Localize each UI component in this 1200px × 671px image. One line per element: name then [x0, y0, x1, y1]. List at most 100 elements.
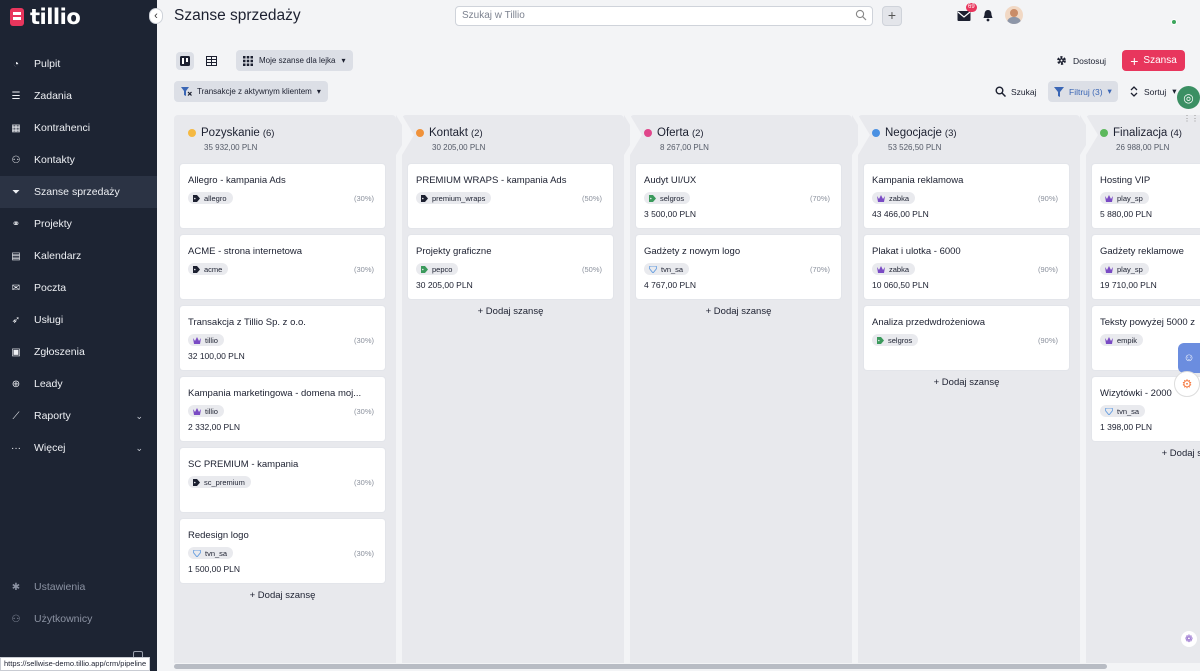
deal-title[interactable]: Projekty graficzne: [416, 246, 606, 257]
deal-card[interactable]: Projekty graficzne pepco (50%) 30 205,00 PL…: [408, 235, 613, 299]
hubspot-icon[interactable]: ⚙: [1174, 371, 1200, 397]
client-tag[interactable]: acme: [188, 263, 229, 275]
sidebar-item-ustawienia[interactable]: ✱ Ustawienia: [0, 571, 157, 603]
assistant-widget-icon[interactable]: ☺: [1178, 343, 1200, 373]
board-search-button[interactable]: Szukaj: [995, 86, 1037, 97]
client-tag[interactable]: sc_premium: [188, 476, 251, 488]
deal-title[interactable]: Kampania reklamowa: [872, 175, 1062, 186]
stage-color-dot: [644, 129, 652, 137]
chart-line-icon: ⟋: [12, 410, 20, 422]
deal-title[interactable]: Transakcja z Tillio Sp. z o.o.: [188, 317, 378, 328]
deal-title[interactable]: Gadżety z nowym logo: [644, 246, 834, 257]
sidebar-item-kontakty[interactable]: ⚇ Kontakty: [0, 144, 157, 176]
customize-button[interactable]: Dostosuj: [1056, 55, 1106, 66]
client-tag-label: zabka: [889, 264, 910, 274]
deal-card[interactable]: ACME - strona internetowa acme (30%): [180, 235, 385, 299]
deal-card[interactable]: Kampania reklamowa zabka (90%) 43 466,00 PL…: [864, 164, 1069, 228]
deal-card[interactable]: Gadżety reklamowe play_sp 19 710,00 PLN: [1092, 235, 1200, 299]
kanban-view-button[interactable]: [176, 52, 194, 70]
chat-widget-icon[interactable]: ◎: [1177, 86, 1200, 109]
deal-card[interactable]: Analiza przedwdrożeniowa selgros (90%): [864, 306, 1069, 370]
deal-title[interactable]: Allegro - kampania Ads: [188, 175, 378, 186]
sidebar-item-raporty[interactable]: ⟋ Raporty ⌄: [0, 400, 157, 432]
deal-card[interactable]: Transakcja z Tillio Sp. z o.o. tillio (30%…: [180, 306, 385, 370]
deal-card[interactable]: Allegro - kampania Ads allegro (30%): [180, 164, 385, 228]
client-tag[interactable]: selgros: [644, 192, 691, 204]
horizontal-scrollbar[interactable]: [174, 664, 1107, 669]
sidebar-item-pulpit[interactable]: ◔ Pulpit: [0, 48, 157, 80]
add-deal-link[interactable]: + Dodaj szansę: [1092, 448, 1200, 468]
deal-card[interactable]: Redesign logo tvn_sa (30%) 1 500,00 PLN: [180, 519, 385, 583]
client-tag[interactable]: tillio: [188, 405, 224, 417]
sidebar-item-kalendarz[interactable]: ▤ Kalendarz: [0, 240, 157, 272]
sort-button[interactable]: Sortuj ▾: [1130, 86, 1177, 97]
client-tag[interactable]: premium_wraps: [416, 192, 492, 204]
deal-title[interactable]: Gadżety reklamowe: [1100, 246, 1200, 257]
sidebar-item-szanse-sprzedaży[interactable]: ⏷ Szanse sprzedaży: [0, 176, 157, 208]
quick-add-button[interactable]: +: [882, 6, 902, 26]
sidebar-item-zadania[interactable]: ☰ Zadania: [0, 80, 157, 112]
client-tag[interactable]: zabka: [872, 263, 916, 275]
client-tag[interactable]: empik: [1100, 334, 1144, 346]
user-avatar[interactable]: [1005, 6, 1023, 24]
brand-logo[interactable]: tillio: [10, 5, 81, 29]
deal-card[interactable]: Gadżety z nowym logo tvn_sa (70%) 4 767,00 …: [636, 235, 841, 299]
page-title: Szanse sprzedaży: [174, 7, 301, 24]
client-tag[interactable]: zabka: [872, 192, 916, 204]
client-tag[interactable]: play_sp: [1100, 192, 1149, 204]
deal-title[interactable]: Plakat i ulotka - 6000: [872, 246, 1062, 257]
collapse-sidebar-button[interactable]: ‹: [149, 8, 163, 24]
client-tag[interactable]: selgros: [872, 334, 919, 346]
extension-icon[interactable]: ❁: [1181, 631, 1197, 647]
add-deal-link[interactable]: + Dodaj szansę: [408, 306, 613, 326]
add-deal-link[interactable]: + Dodaj szansę: [636, 306, 841, 326]
deal-probability: (90%): [1037, 265, 1058, 274]
deal-card[interactable]: Kampania marketingowa - domena moj... til…: [180, 377, 385, 441]
diamond-icon: [649, 265, 657, 273]
tag-icon: [193, 265, 200, 273]
add-deal-link[interactable]: + Dodaj szansę: [180, 590, 385, 610]
active-filter-chip[interactable]: Transakcje z aktywnym klientem ▾: [174, 81, 328, 102]
sidebar-item-więcej[interactable]: ··· Więcej ⌄: [0, 432, 157, 464]
column-sum: 30 205,00 PLN: [432, 143, 486, 152]
sidebar-item-usługi[interactable]: ➶ Usługi: [0, 304, 157, 336]
add-deal-button[interactable]: + Szansa: [1122, 50, 1185, 71]
client-tag[interactable]: pepco: [416, 263, 459, 275]
deal-card[interactable]: PREMIUM WRAPS - kampania Ads premium_wrap…: [408, 164, 613, 228]
deal-card[interactable]: Plakat i ulotka - 6000 zabka (90%) 10 060,5…: [864, 235, 1069, 299]
deal-title[interactable]: Hosting VIP: [1100, 175, 1200, 186]
bell-icon[interactable]: [982, 9, 994, 22]
deal-title[interactable]: PREMIUM WRAPS - kampania Ads: [416, 175, 606, 186]
client-tag[interactable]: tvn_sa: [188, 547, 234, 559]
table-view-button[interactable]: [202, 52, 220, 70]
drag-handle-icon[interactable]: ⋮⋮: [1183, 114, 1199, 123]
client-tag[interactable]: play_sp: [1100, 263, 1149, 275]
add-deal-link[interactable]: + Dodaj szansę: [864, 377, 1069, 397]
column-notch: [1086, 115, 1098, 155]
mail-button[interactable]: 69: [957, 3, 977, 21]
client-tag[interactable]: tvn_sa: [644, 263, 690, 275]
deal-card[interactable]: Hosting VIP play_sp 5 880,00 PLN: [1092, 164, 1200, 228]
deal-title[interactable]: SC PREMIUM - kampania: [188, 459, 378, 470]
deal-card[interactable]: Audyt UI/UX selgros (70%) 3 500,00 PLN: [636, 164, 841, 228]
sidebar-item-zgłoszenia[interactable]: ▣ Zgłoszenia: [0, 336, 157, 368]
deal-card[interactable]: SC PREMIUM - kampania sc_premium (30%): [180, 448, 385, 512]
sidebar-item-projekty[interactable]: ⚭ Projekty: [0, 208, 157, 240]
deal-title[interactable]: Analiza przedwdrożeniowa: [872, 317, 1062, 328]
client-tag[interactable]: allegro: [188, 192, 233, 204]
deal-title[interactable]: Teksty powyżej 5000 z: [1100, 317, 1200, 328]
column-sum: 35 932,00 PLN: [204, 143, 258, 152]
sidebar-item-poczta[interactable]: ✉ Poczta: [0, 272, 157, 304]
deal-title[interactable]: Redesign logo: [188, 530, 378, 541]
sidebar-item-użytkownicy[interactable]: ⚇ Użytkownicy: [0, 603, 157, 635]
sidebar-item-kontrahenci[interactable]: ▦ Kontrahenci: [0, 112, 157, 144]
funnel-select[interactable]: Moje szanse dla lejka ▾: [236, 50, 353, 71]
deal-title[interactable]: Audyt UI/UX: [644, 175, 834, 186]
client-tag[interactable]: tvn_sa: [1100, 405, 1146, 417]
global-search-input[interactable]: Szukaj w Tillio: [455, 6, 873, 26]
sidebar-item-leady[interactable]: ⊕ Leady: [0, 368, 157, 400]
filter-button[interactable]: Filtruj (3) ▾: [1048, 81, 1118, 102]
client-tag[interactable]: tillio: [188, 334, 224, 346]
deal-title[interactable]: Kampania marketingowa - domena moj...: [188, 388, 378, 399]
deal-title[interactable]: ACME - strona internetowa: [188, 246, 378, 257]
